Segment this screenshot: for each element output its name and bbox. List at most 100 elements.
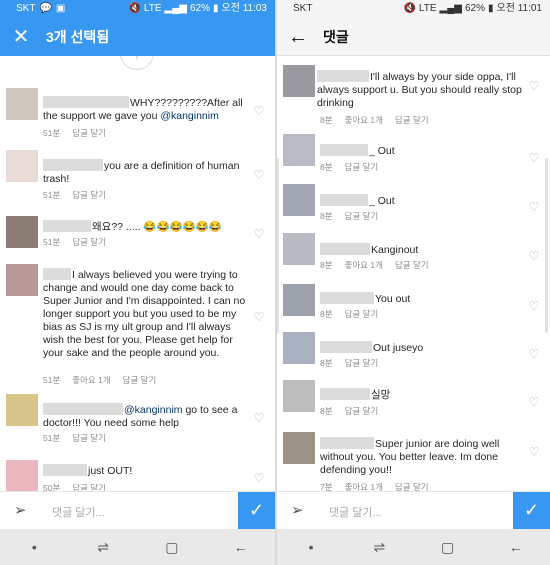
- recent-apps-icon[interactable]: ⇌: [88, 539, 118, 556]
- likes-count[interactable]: 좋아요 1개: [345, 114, 383, 126]
- username-blurred[interactable]: [43, 403, 123, 415]
- heart-icon[interactable]: ♡: [253, 105, 265, 117]
- list-item[interactable]: WHY?????????After all the support we gav…: [0, 88, 275, 143]
- reply-button[interactable]: 답글 달기: [72, 236, 106, 248]
- username-blurred[interactable]: [320, 194, 368, 206]
- reply-button[interactable]: 답글 달기: [345, 308, 379, 320]
- reply-button[interactable]: 답글 달기: [395, 259, 429, 271]
- heart-icon[interactable]: ♡: [253, 412, 265, 424]
- avatar[interactable]: [283, 134, 315, 166]
- add-icon[interactable]: +: [120, 56, 154, 70]
- home-icon[interactable]: ▢: [157, 539, 187, 556]
- list-item[interactable]: _ Out 8분 답글 달기 ♡: [277, 184, 550, 222]
- avatar[interactable]: [283, 65, 315, 97]
- reply-button[interactable]: 답글 달기: [72, 482, 106, 491]
- send-icon[interactable]: ➢: [14, 502, 32, 520]
- back-icon[interactable]: ←: [501, 539, 531, 555]
- username-blurred[interactable]: [320, 144, 368, 156]
- back-icon[interactable]: ←: [226, 539, 256, 555]
- heart-icon[interactable]: ♡: [528, 201, 540, 213]
- comment-text: You out: [320, 292, 528, 306]
- heart-icon[interactable]: ♡: [253, 228, 265, 240]
- avatar[interactable]: [6, 88, 38, 120]
- back-arrow-icon[interactable]: ←: [287, 26, 309, 48]
- reply-button[interactable]: 답글 달기: [123, 374, 157, 386]
- reply-button[interactable]: 답글 달기: [345, 405, 379, 417]
- avatar[interactable]: [283, 284, 315, 316]
- heart-icon[interactable]: ♡: [528, 396, 540, 408]
- heart-icon[interactable]: ♡: [528, 446, 540, 458]
- avatar[interactable]: [283, 432, 315, 464]
- list-item[interactable]: Out juseyo 8분 답글 달기 ♡: [277, 332, 550, 370]
- avatar[interactable]: [283, 332, 315, 364]
- avatar[interactable]: [283, 184, 315, 216]
- reply-button[interactable]: 답글 달기: [345, 357, 379, 369]
- recent-apps-icon[interactable]: ⇌: [364, 539, 394, 556]
- list-item[interactable]: Super junior are doing well without you.…: [277, 432, 550, 491]
- reply-button[interactable]: 답글 달기: [395, 481, 429, 491]
- send-icon[interactable]: ➢: [291, 502, 309, 520]
- heart-icon[interactable]: ♡: [528, 348, 540, 360]
- username-blurred[interactable]: [43, 96, 129, 108]
- reply-button[interactable]: 답글 달기: [345, 210, 379, 222]
- username-blurred[interactable]: [320, 437, 374, 449]
- comment-input[interactable]: 댓글 달기...: [52, 504, 105, 520]
- mention-link[interactable]: @kanginnim: [160, 110, 219, 122]
- likes-count[interactable]: 좋아요 1개: [345, 259, 383, 271]
- mention-link[interactable]: @kanginnim: [124, 404, 183, 416]
- comment-list[interactable]: + WHY?????????After all the support we g…: [0, 56, 275, 491]
- nav-dot-icon[interactable]: •: [296, 539, 326, 555]
- avatar[interactable]: [6, 460, 38, 491]
- username-blurred[interactable]: [320, 292, 374, 304]
- list-item[interactable]: _ Out 8분 답글 달기 ♡: [277, 134, 550, 172]
- list-item[interactable]: I'll always by your side oppa, I'll alwa…: [277, 65, 550, 125]
- reply-button[interactable]: 답글 달기: [72, 127, 106, 139]
- likes-count[interactable]: 좋아요 1개: [72, 374, 110, 386]
- avatar[interactable]: [6, 216, 38, 248]
- network-label: LTE: [143, 3, 162, 14]
- nav-dot-icon[interactable]: •: [19, 539, 49, 555]
- close-icon[interactable]: ✕: [10, 26, 32, 48]
- reply-button[interactable]: 답글 달기: [345, 161, 379, 173]
- list-item[interactable]: 왜요?? ..... 😂😂😂😂😂😂 51분 답글 달기 ♡: [0, 216, 275, 252]
- username-blurred[interactable]: [317, 70, 369, 82]
- avatar[interactable]: [6, 394, 38, 426]
- username-blurred[interactable]: [43, 220, 91, 232]
- list-item[interactable]: you are a definition of human trash! 51분…: [0, 150, 275, 200]
- reply-button[interactable]: 답글 달기: [72, 432, 106, 444]
- avatar[interactable]: [283, 233, 315, 265]
- comment-input[interactable]: 댓글 달기...: [329, 504, 382, 520]
- checkmark-icon: ✓: [248, 500, 265, 520]
- heart-icon[interactable]: ♡: [253, 472, 265, 484]
- list-item[interactable]: just OUT! 50분 답글 달기 ♡: [0, 460, 275, 491]
- username-blurred[interactable]: [320, 388, 370, 400]
- list-item[interactable]: @kanginnim go to see a doctor!!! You nee…: [0, 394, 275, 444]
- heart-icon[interactable]: ♡: [528, 250, 540, 262]
- comment-list[interactable]: I'll always by your side oppa, I'll alwa…: [277, 56, 550, 491]
- heart-icon[interactable]: ♡: [528, 300, 540, 312]
- reply-button[interactable]: 답글 달기: [395, 114, 429, 126]
- avatar[interactable]: [283, 380, 315, 412]
- username-blurred[interactable]: [43, 159, 103, 171]
- avatar[interactable]: [6, 150, 38, 182]
- list-item[interactable]: Kanginout 8분 좋아요 1개 답글 달기 ♡: [277, 233, 550, 271]
- confirm-button[interactable]: ✓: [513, 492, 550, 529]
- list-item[interactable]: I always believed you were trying to cha…: [0, 264, 275, 394]
- likes-count[interactable]: 좋아요 1개: [345, 481, 383, 491]
- heart-icon[interactable]: ♡: [253, 311, 265, 323]
- username-blurred[interactable]: [320, 243, 370, 255]
- username-blurred[interactable]: [43, 464, 87, 476]
- confirm-button[interactable]: ✓: [238, 492, 275, 529]
- heart-icon[interactable]: ♡: [253, 169, 265, 181]
- mute-icon: 🔇: [403, 3, 416, 14]
- comment-text: I'll always by your side oppa, I'll alwa…: [317, 70, 528, 110]
- heart-icon[interactable]: ♡: [528, 80, 540, 92]
- username-blurred[interactable]: [43, 268, 71, 280]
- avatar[interactable]: [6, 264, 38, 296]
- list-item[interactable]: You out 8분 답글 달기 ♡: [277, 284, 550, 322]
- home-icon[interactable]: ▢: [433, 539, 463, 556]
- heart-icon[interactable]: ♡: [528, 152, 540, 164]
- list-item[interactable]: 실망 8분 답글 달기 ♡: [277, 380, 550, 418]
- username-blurred[interactable]: [320, 341, 372, 353]
- reply-button[interactable]: 답글 달기: [72, 189, 106, 201]
